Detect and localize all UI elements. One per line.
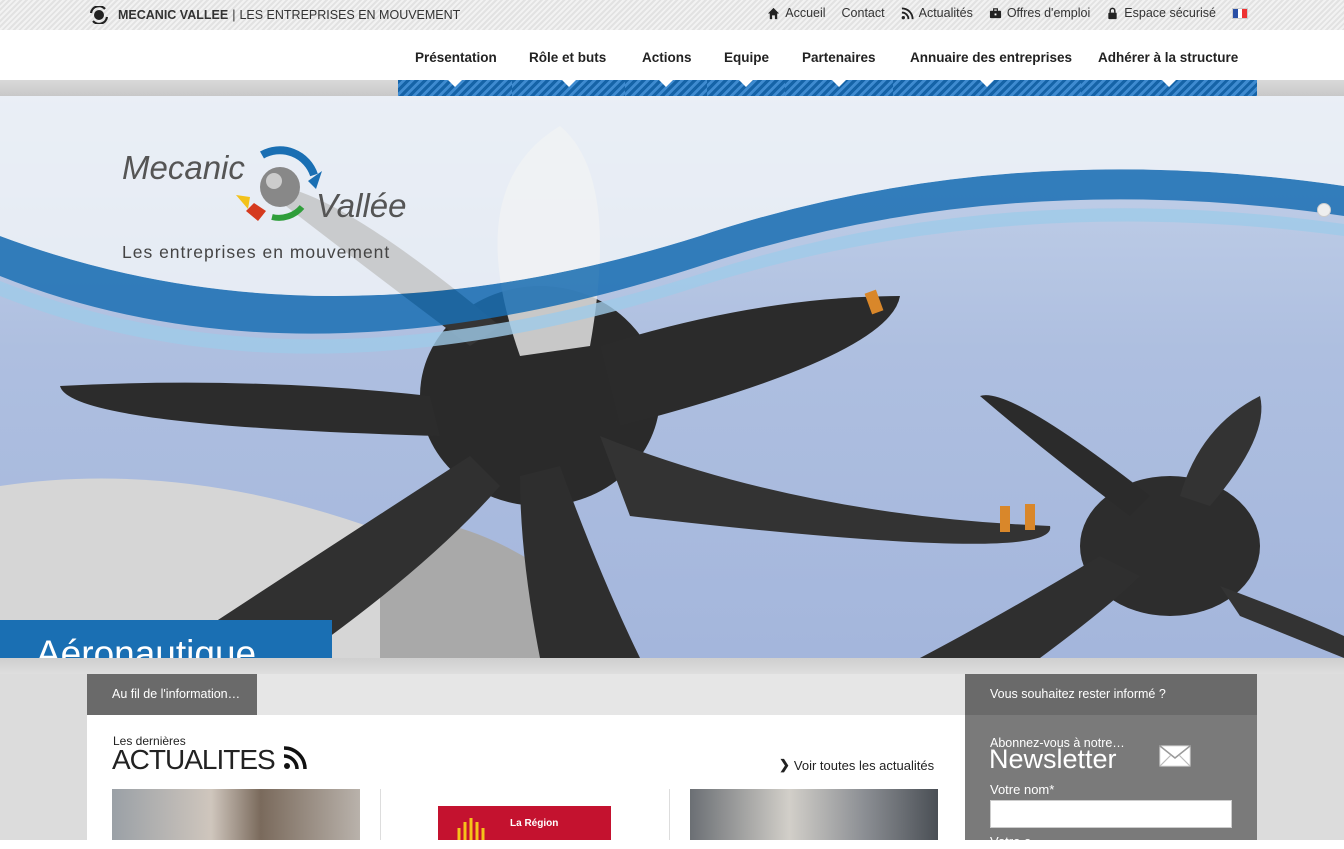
briefcase-icon [989, 7, 1001, 18]
news-card-image[interactable] [690, 789, 938, 840]
top-link-label: Actualités [918, 6, 973, 20]
newsletter-header: Vous souhaitez rester informé ? [965, 674, 1257, 715]
region-text: La Région [510, 818, 559, 829]
nav-stripe [398, 80, 512, 96]
card-divider [669, 789, 670, 840]
info-strip [257, 674, 965, 715]
newsletter-title: Newsletter [989, 744, 1117, 774]
nav-item-label: Actions [642, 50, 692, 65]
nav-item-equipe[interactable]: Equipe [707, 30, 785, 96]
nav-item-label: Annuaire des entreprises [910, 50, 1073, 65]
nav-item-role-et-buts[interactable]: Rôle et buts [512, 30, 625, 96]
nav-stripe [625, 80, 707, 96]
nav-item-presentation[interactable]: Présentation [398, 30, 512, 96]
nav-item-adherer[interactable]: Adhérer à la structure [1081, 30, 1257, 96]
logo-sphere-icon [236, 146, 322, 221]
hero-resize-handle[interactable] [1317, 203, 1331, 217]
top-link-espace[interactable]: Espace sécurisé [1106, 6, 1216, 20]
nav-stripe [1081, 80, 1257, 96]
nav-stripe [893, 80, 1081, 96]
nav-item-label: Equipe [724, 50, 770, 65]
name-field[interactable] [990, 800, 1232, 828]
flag-fr-icon[interactable] [1232, 7, 1248, 19]
nav-stripe [707, 80, 785, 96]
logo-text-mecanic: Mecanic [122, 149, 245, 186]
brand-tagline: LES ENTREPRISES EN MOUVEMENT [239, 8, 461, 22]
news-heading: ACTUALITES [112, 744, 276, 775]
brand-separator: | [232, 8, 236, 22]
chevron-right-icon: ❯ [779, 757, 790, 772]
nav-item-label: Présentation [415, 50, 497, 65]
brand[interactable]: MECANIC VALLEE | LES ENTREPRISES EN MOUV… [88, 6, 460, 24]
info-tab[interactable]: Au fil de l'information… [87, 674, 257, 715]
top-bar: MECANIC VALLEE | LES ENTREPRISES EN MOUV… [0, 0, 1344, 30]
top-link-actualites[interactable]: Actualités [901, 6, 973, 20]
envelope-icon [1159, 745, 1191, 767]
nav-item-label: Adhérer à la structure [1098, 50, 1239, 65]
brand-name: MECANIC VALLEE [118, 8, 229, 22]
top-link-label: Espace sécurisé [1124, 6, 1216, 20]
nav-item-actions[interactable]: Actions [625, 30, 707, 96]
email-field-label: Votre e... [990, 834, 1043, 849]
see-all-label: Voir toutes les actualités [793, 757, 935, 773]
top-link-label: Accueil [785, 6, 826, 20]
home-icon [768, 7, 780, 19]
main-nav: Présentation Rôle et buts Actions Equipe… [398, 30, 1257, 96]
top-link-contact[interactable]: Contact [842, 6, 885, 20]
hero-logo: Mecanic Vallée Les entreprises en mouvem… [120, 145, 430, 265]
mecanic-logo-icon [89, 6, 109, 24]
top-link-accueil[interactable]: Accueil [767, 6, 826, 20]
rss-icon[interactable] [283, 746, 307, 770]
top-link-offres[interactable]: Offres d'emploi [989, 6, 1090, 20]
nav-stripe [512, 80, 625, 96]
hero-bottom-band [0, 658, 1344, 674]
region-logo-icon [457, 818, 485, 840]
rss-icon [901, 6, 914, 19]
nav-item-label: Rôle et buts [529, 50, 607, 65]
name-field-label: Votre nom* [990, 782, 1055, 797]
lock-icon [1108, 7, 1117, 19]
news-card-image[interactable] [112, 789, 360, 840]
nav-item-partenaires[interactable]: Partenaires [785, 30, 893, 96]
see-all-news-link[interactable]: ❯ Voir toutes les actualités [779, 757, 934, 773]
logo-tagline: Les entreprises en mouvement [122, 242, 391, 262]
nav-stripe [785, 80, 893, 96]
nav-item-annuaire[interactable]: Annuaire des entreprises [893, 30, 1081, 96]
logo-text-vallee: Vallée [316, 187, 407, 224]
nav-item-label: Partenaires [802, 50, 876, 65]
top-link-label: Offres d'emploi [1006, 6, 1091, 20]
card-divider [380, 789, 381, 840]
top-link-label: Contact [841, 6, 885, 20]
